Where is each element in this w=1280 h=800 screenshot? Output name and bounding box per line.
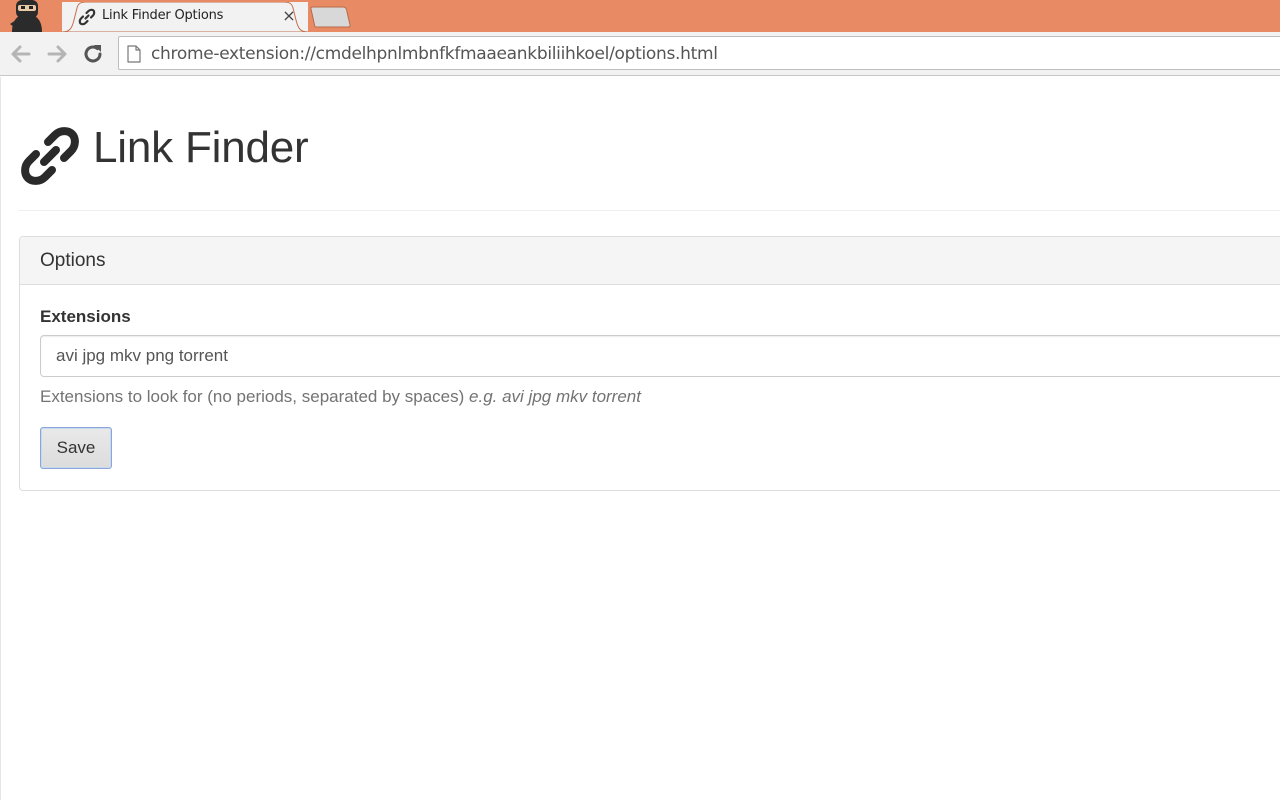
panel-heading: Options bbox=[20, 237, 1280, 285]
link-icon bbox=[78, 8, 96, 26]
page-content: Link Finder Options Extensions Extension… bbox=[0, 77, 1280, 800]
link-icon bbox=[19, 125, 81, 187]
extensions-help-text: Extensions to look for (no periods, sepa… bbox=[40, 387, 641, 407]
chrome-profile-avatar-icon[interactable] bbox=[8, 0, 46, 32]
tab-strip: Link Finder Options × bbox=[0, 0, 1280, 32]
extensions-input[interactable] bbox=[40, 335, 1280, 377]
address-bar-url[interactable]: chrome-extension://cmdelhpnlmbnfkfmaaean… bbox=[151, 44, 718, 64]
page-title: Link Finder bbox=[93, 123, 309, 172]
new-tab-button[interactable] bbox=[309, 6, 351, 28]
browser-toolbar: chrome-extension://cmdelhpnlmbnfkfmaaean… bbox=[0, 32, 1280, 76]
page-icon bbox=[127, 45, 141, 63]
page-header: Link Finder bbox=[19, 121, 1280, 211]
tab-title: Link Finder Options bbox=[102, 8, 224, 23]
save-button[interactable]: Save bbox=[40, 427, 112, 469]
panel-title: Options bbox=[40, 250, 106, 271]
back-arrow-icon[interactable] bbox=[8, 41, 34, 67]
reload-icon[interactable] bbox=[80, 41, 106, 67]
options-panel: Options Extensions Extensions to look fo… bbox=[19, 236, 1280, 491]
tab-close-icon[interactable]: × bbox=[280, 6, 298, 26]
forward-arrow-icon[interactable] bbox=[44, 41, 70, 67]
help-text-example: e.g. avi jpg mkv torrent bbox=[469, 387, 641, 406]
tab-link-finder-options[interactable]: Link Finder Options × bbox=[62, 2, 308, 32]
help-text-main: Extensions to look for (no periods, sepa… bbox=[40, 387, 470, 406]
address-bar[interactable]: chrome-extension://cmdelhpnlmbnfkfmaaean… bbox=[118, 36, 1280, 70]
extensions-label: Extensions bbox=[40, 307, 131, 326]
